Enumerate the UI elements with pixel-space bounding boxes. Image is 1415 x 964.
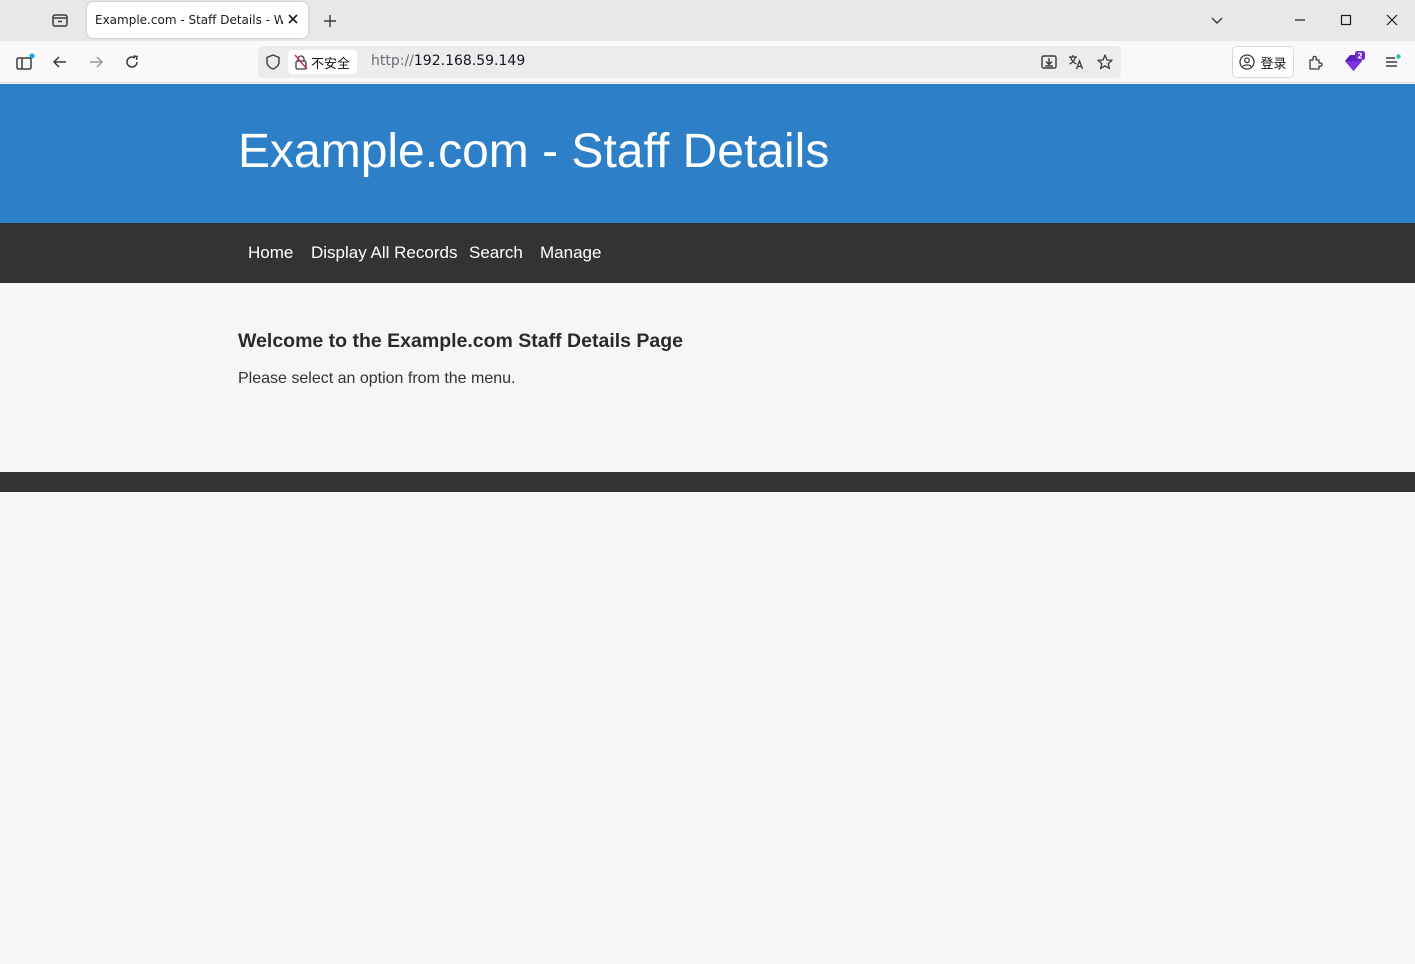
account-login-button[interactable]: 登录 <box>1232 46 1294 78</box>
url-host: 192.168.59.149 <box>413 53 526 69</box>
welcome-heading: Welcome to the Example.com Staff Details… <box>238 330 684 352</box>
nav-link-manage[interactable]: Manage <box>540 243 601 263</box>
menu-icon[interactable] <box>1380 50 1404 74</box>
welcome-text: Please select an option from the menu. <box>238 370 516 387</box>
minimize-icon[interactable] <box>1290 10 1310 30</box>
browser-toolbar: 不安全 http://192.168.59.149 登录 2 <box>0 41 1415 83</box>
site-header: Example.com - Staff Details <box>0 84 1415 223</box>
addon-gem-icon[interactable]: 2 <box>1342 50 1366 74</box>
reload-icon[interactable] <box>120 50 144 74</box>
save-page-icon[interactable] <box>1039 52 1059 72</box>
connection-insecure-indicator[interactable]: 不安全 <box>288 50 358 74</box>
bookmark-star-icon[interactable] <box>1095 52 1115 72</box>
close-icon[interactable] <box>286 12 300 26</box>
url-scheme: http:// <box>371 53 414 69</box>
extensions-badge: 2 <box>1357 52 1362 61</box>
nav-link-home[interactable]: Home <box>248 243 293 263</box>
main-content: Welcome to the Example.com Staff Details… <box>238 330 1138 388</box>
page-title: Example.com - Staff Details <box>238 125 830 178</box>
insecure-label: 不安全 <box>311 56 351 72</box>
insecure-lock-icon <box>294 54 308 70</box>
site-navigation: Home Display All Records Search Manage <box>0 223 1415 283</box>
forward-arrow-icon[interactable] <box>84 50 108 74</box>
url-bar[interactable]: 不安全 http://192.168.59.149 <box>258 46 1121 78</box>
extensions-puzzle-icon[interactable] <box>1304 50 1328 74</box>
account-icon <box>1239 54 1256 70</box>
nav-link-search[interactable]: Search <box>469 243 523 263</box>
tracking-protection-shield-icon[interactable] <box>264 53 282 71</box>
maximize-icon[interactable] <box>1336 10 1356 30</box>
url-text[interactable]: http://192.168.59.149 <box>371 53 525 69</box>
site-footer <box>0 472 1415 492</box>
back-arrow-icon[interactable] <box>48 50 72 74</box>
nav-link-display-all-records[interactable]: Display All Records <box>311 243 457 263</box>
browser-tab-bar: Example.com - Staff Details - Web <box>0 0 1415 41</box>
login-label: 登录 <box>1260 56 1287 72</box>
tab-list-icon[interactable] <box>48 9 72 31</box>
new-tab-icon[interactable] <box>320 11 340 31</box>
window-close-icon[interactable] <box>1382 10 1402 30</box>
sidebar-icon[interactable] <box>13 50 37 74</box>
chevron-down-icon[interactable] <box>1207 10 1227 30</box>
browser-tab-active[interactable]: Example.com - Staff Details - Web <box>87 2 308 38</box>
translate-icon[interactable] <box>1066 52 1086 72</box>
tab-title: Example.com - Staff Details - Web <box>95 13 283 27</box>
